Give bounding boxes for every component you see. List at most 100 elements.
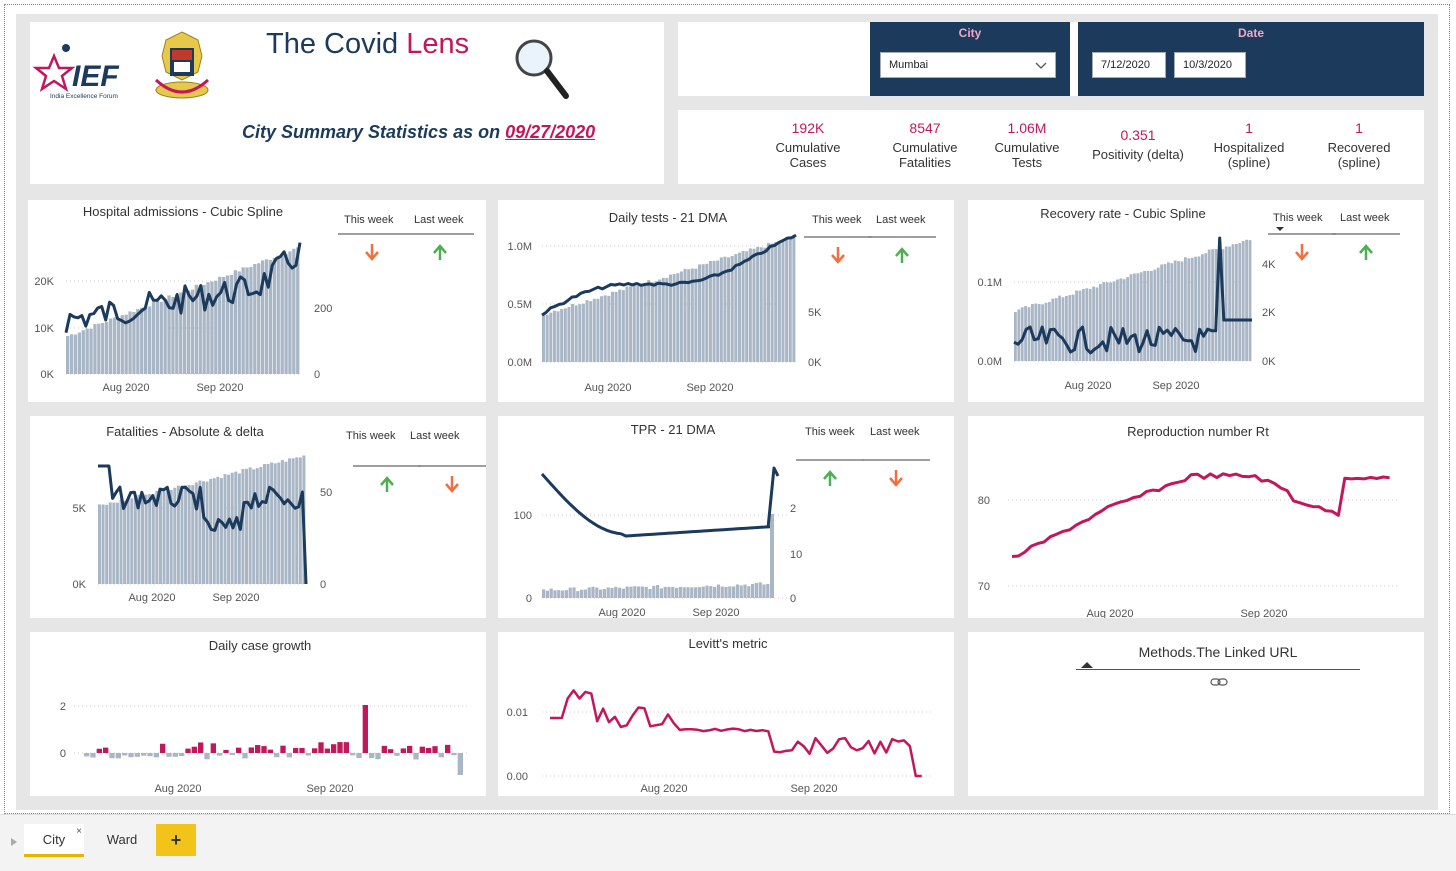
summary-date: 09/27/2020 bbox=[505, 122, 596, 142]
bar bbox=[184, 485, 188, 584]
kpi-recovered: 1 Recovered (spline) bbox=[1327, 120, 1391, 170]
bar bbox=[257, 263, 261, 374]
ief-logo: IEF India Excellence Forum bbox=[32, 44, 119, 100]
bar bbox=[1058, 295, 1061, 361]
arrow-up-icon bbox=[433, 244, 447, 260]
this-week-label: This week bbox=[346, 430, 396, 442]
bar bbox=[191, 746, 197, 753]
tick-label: 2K bbox=[1262, 307, 1276, 319]
bar bbox=[571, 303, 575, 362]
date-end-input[interactable]: 10/3/2020 bbox=[1174, 52, 1246, 78]
bar bbox=[621, 290, 625, 362]
tick-label: 2 bbox=[60, 701, 66, 713]
bar bbox=[236, 747, 242, 753]
bar bbox=[144, 494, 148, 584]
bar bbox=[697, 587, 701, 598]
bar bbox=[132, 312, 136, 374]
bar bbox=[248, 747, 254, 753]
tick-label: 5K bbox=[808, 307, 822, 319]
this-week-label: This week bbox=[812, 214, 862, 226]
bar bbox=[299, 747, 305, 753]
bar bbox=[614, 291, 618, 362]
bar bbox=[629, 286, 633, 362]
tick-label: Aug 2020 bbox=[128, 592, 175, 604]
bar bbox=[578, 304, 582, 362]
link-icon[interactable] bbox=[1210, 676, 1228, 688]
bar bbox=[126, 498, 130, 584]
bar bbox=[1173, 260, 1177, 361]
tick-label: 0.5M bbox=[508, 299, 532, 311]
tick-label: 0K bbox=[41, 369, 55, 381]
bar bbox=[781, 239, 785, 362]
bar bbox=[451, 753, 457, 756]
bar bbox=[284, 254, 288, 374]
bar bbox=[343, 742, 349, 753]
tab-close-icon[interactable]: × bbox=[76, 816, 82, 848]
tick-label: Aug 2020 bbox=[584, 382, 631, 394]
bar bbox=[133, 497, 137, 584]
bar bbox=[727, 257, 731, 362]
bar bbox=[716, 584, 720, 598]
bar bbox=[1163, 264, 1167, 361]
bar bbox=[705, 585, 709, 598]
tick-label: Sep 2020 bbox=[306, 783, 353, 795]
bar bbox=[682, 587, 686, 598]
bar bbox=[639, 284, 643, 362]
bar bbox=[591, 586, 595, 598]
bar bbox=[606, 587, 610, 598]
bar bbox=[331, 744, 337, 753]
bar bbox=[665, 277, 669, 362]
bar bbox=[1027, 307, 1031, 361]
kpi-cumulative-cases: 192K Cumulative Cases bbox=[775, 120, 841, 170]
tab-ward[interactable]: Ward bbox=[94, 824, 150, 856]
bar bbox=[686, 587, 690, 598]
bar bbox=[1184, 257, 1187, 361]
city-slicer: City Mumbai bbox=[870, 22, 1070, 96]
bar bbox=[166, 753, 172, 757]
date-start-input[interactable]: 7/12/2020 bbox=[1092, 52, 1166, 78]
tab-city[interactable]: City × bbox=[24, 824, 84, 857]
bar bbox=[85, 328, 89, 374]
bar bbox=[223, 474, 227, 584]
bar bbox=[745, 251, 749, 362]
city-dropdown[interactable]: Mumbai bbox=[880, 52, 1056, 78]
tick-label: 0.0M bbox=[508, 357, 532, 369]
add-page-button[interactable]: + bbox=[156, 824, 196, 856]
bar bbox=[644, 586, 648, 598]
bar bbox=[1170, 263, 1174, 361]
tpr-card: TPR - 21 DMA 100 0 2 10 0 Aug 2020 Sep 2020 Th… bbox=[498, 416, 954, 618]
bar bbox=[147, 306, 152, 374]
bar bbox=[739, 585, 743, 598]
last-week-label: Last week bbox=[414, 214, 464, 226]
bar bbox=[694, 268, 698, 362]
page-tabs-bar: City × Ward + bbox=[0, 814, 1456, 871]
bar bbox=[388, 749, 394, 753]
arrow-up-icon bbox=[823, 470, 837, 486]
bar bbox=[542, 314, 546, 362]
tab-scroll-left-icon[interactable] bbox=[10, 837, 18, 847]
bar bbox=[272, 258, 276, 374]
bar bbox=[400, 748, 406, 753]
bar bbox=[185, 748, 191, 753]
bar bbox=[1116, 279, 1119, 361]
bar bbox=[1153, 269, 1157, 361]
bar bbox=[625, 586, 629, 598]
methods-link-title[interactable]: Methods.The Linked URL bbox=[1118, 644, 1318, 660]
bar bbox=[661, 277, 665, 362]
bar bbox=[1156, 267, 1160, 361]
bar bbox=[675, 587, 679, 598]
bar bbox=[567, 307, 571, 362]
bar bbox=[618, 289, 622, 362]
bar bbox=[557, 590, 561, 598]
bar bbox=[381, 745, 387, 753]
bar bbox=[648, 588, 652, 598]
bar bbox=[155, 299, 159, 374]
bar bbox=[552, 310, 556, 362]
arrow-down-icon bbox=[889, 470, 903, 487]
bar bbox=[128, 753, 134, 758]
tick-label: 80 bbox=[978, 495, 990, 507]
bar bbox=[394, 753, 400, 756]
tick-label: 70 bbox=[978, 581, 990, 593]
bar bbox=[720, 586, 724, 598]
bar bbox=[175, 294, 179, 374]
